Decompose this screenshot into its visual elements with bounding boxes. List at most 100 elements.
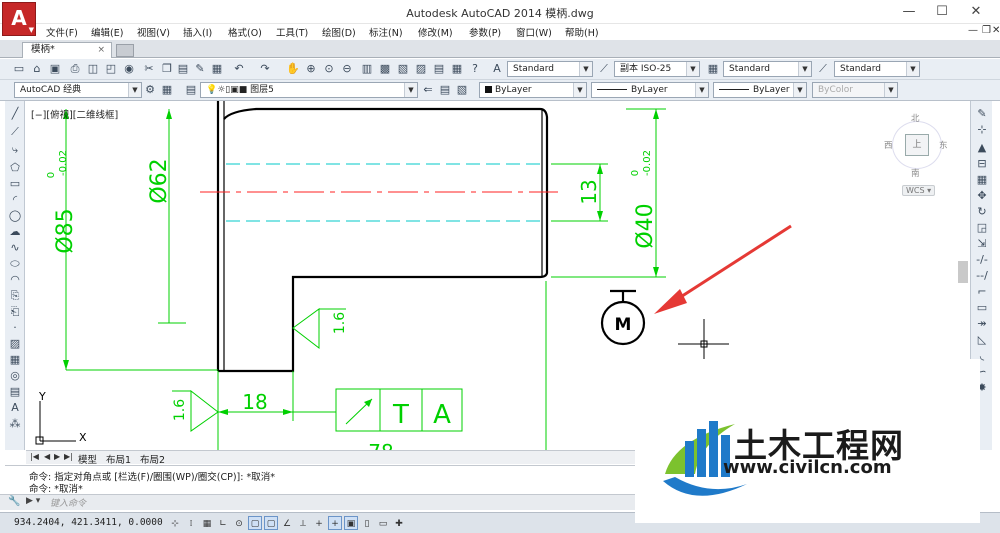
mirror-icon[interactable]: ▲	[975, 141, 989, 155]
arc-icon[interactable]: ◜	[8, 193, 22, 207]
ellipse-icon[interactable]: ⬭	[8, 257, 22, 271]
move-icon[interactable]: ✥	[975, 189, 989, 203]
make-current-icon[interactable]: ⇐	[421, 83, 435, 97]
mleader-style-select[interactable]: Standard ▼	[834, 61, 920, 77]
properties-icon[interactable]: ▥	[360, 62, 374, 76]
erase-icon[interactable]: ✎	[975, 107, 989, 121]
quickcalc-icon[interactable]: ▦	[450, 62, 464, 76]
publish-icon[interactable]: ◰	[104, 62, 118, 76]
menu-insert[interactable]: 插入(I)	[183, 25, 212, 39]
rotate-icon[interactable]: ↻	[975, 205, 989, 219]
revcloud-icon[interactable]: ☁	[8, 225, 22, 239]
spline-icon[interactable]: ∿	[8, 241, 22, 255]
tab-layout1[interactable]: 布局1	[106, 452, 131, 466]
object-snap-tracking-icon[interactable]: ∠	[280, 516, 294, 530]
layer-select[interactable]: 💡☼▯▣■ 图层5 ▼	[200, 82, 418, 98]
wcs-menu[interactable]: WCS ▾	[902, 185, 936, 196]
menu-help[interactable]: 帮助(H)	[565, 25, 599, 39]
minimize-button[interactable]: —	[893, 2, 925, 22]
markup-icon[interactable]: ▤	[432, 62, 446, 76]
copy-icon[interactable]: ❐	[160, 62, 174, 76]
3d-dwf-icon[interactable]: ◉	[122, 62, 136, 76]
undo-icon[interactable]: ↶	[232, 62, 246, 76]
text-style-select[interactable]: Standard ▼	[507, 61, 593, 77]
annotation-monitor-icon[interactable]: ✚	[392, 516, 406, 530]
ortho-mode-icon[interactable]: ∟	[216, 516, 230, 530]
insert-block-icon[interactable]: ⎘	[8, 289, 22, 303]
dynamic-input-icon[interactable]: +	[312, 516, 326, 530]
join-icon[interactable]: ↠	[975, 317, 989, 331]
infer-constraints-icon[interactable]: ⊹	[168, 516, 182, 530]
doc-restore-button[interactable]: ❐	[982, 25, 991, 36]
dynamic-ucs-icon[interactable]: ⟂	[296, 516, 310, 530]
workspace-settings-icon[interactable]: ⚙	[143, 83, 157, 97]
menu-parameters[interactable]: 参数(P)	[469, 25, 501, 39]
cut-icon[interactable]: ✂	[142, 62, 156, 76]
pan-icon[interactable]: ✋	[286, 62, 300, 76]
last-layout-icon[interactable]: ▶|	[64, 452, 73, 461]
menu-tools[interactable]: 工具(T)	[276, 25, 308, 39]
save-icon[interactable]: ▣	[48, 62, 62, 76]
menu-file[interactable]: 文件(F)	[46, 25, 78, 39]
tab-model[interactable]: 模型	[78, 452, 97, 466]
polyline-icon[interactable]: ⤷	[8, 143, 22, 157]
break-icon[interactable]: ▭	[975, 301, 989, 315]
sheet-set-icon[interactable]: ▨	[414, 62, 428, 76]
open-icon[interactable]: ⌂	[30, 62, 44, 76]
lineweight-select[interactable]: ByLayer ▼	[713, 82, 807, 98]
zoom-previous-icon[interactable]: ⊖	[340, 62, 354, 76]
tab-close-icon[interactable]: ×	[97, 43, 105, 57]
multiline-text-icon[interactable]: A	[8, 401, 22, 415]
point-icon[interactable]: ·	[8, 321, 22, 335]
extend-icon[interactable]: --/	[975, 269, 989, 283]
table-style-select[interactable]: Standard ▼	[723, 61, 812, 77]
ellipse-arc-icon[interactable]: ◠	[8, 273, 22, 287]
table-icon[interactable]: ▤	[8, 385, 22, 399]
snap-mode-icon[interactable]: ⁞	[184, 516, 198, 530]
recent-commands-button[interactable]: ▶ ▾	[26, 496, 40, 506]
compass-north[interactable]: 北	[911, 112, 920, 124]
close-window-button[interactable]: ✕	[960, 2, 992, 22]
maximize-button[interactable]: ☐	[926, 2, 958, 22]
viewcube-top-face[interactable]: 上	[905, 134, 929, 156]
make-block-icon[interactable]: ⎗	[8, 305, 22, 319]
plot-icon[interactable]: ⎙	[68, 62, 82, 76]
coordinate-readout[interactable]: 934.2404, 421.3411, 0.0000	[14, 517, 163, 528]
menu-draw[interactable]: 绘图(D)	[322, 25, 356, 39]
redo-icon[interactable]: ↷	[258, 62, 272, 76]
gradient-icon[interactable]: ▦	[8, 353, 22, 367]
menu-format[interactable]: 格式(O)	[228, 25, 262, 39]
menu-dimension[interactable]: 标注(N)	[369, 25, 403, 39]
offset-icon[interactable]: ⊟	[975, 157, 989, 171]
workspace-select[interactable]: AutoCAD 经典 ▼	[14, 82, 142, 98]
circle-icon[interactable]: ◯	[8, 209, 22, 223]
region-icon[interactable]: ◎	[8, 369, 22, 383]
block-editor-icon[interactable]: ▦	[210, 62, 224, 76]
chamfer-icon[interactable]: ◺	[975, 333, 989, 347]
doc-close-button[interactable]: ✕	[992, 25, 1000, 36]
compass-west[interactable]: 西	[884, 139, 893, 151]
compass-south[interactable]: 南	[911, 167, 920, 179]
layer-previous-icon[interactable]: ▤	[438, 83, 452, 97]
scale-icon[interactable]: ◲	[975, 221, 989, 235]
plot-preview-icon[interactable]: ◫	[86, 62, 100, 76]
color-select[interactable]: ByLayer ▼	[479, 82, 587, 98]
stretch-icon[interactable]: ⇲	[975, 237, 989, 251]
viewcube[interactable]: 北 南 东 西 上 WCS ▾	[882, 109, 962, 204]
tab-document[interactable]: 模柄* ×	[22, 42, 112, 58]
customize-icon[interactable]: ▦	[160, 83, 174, 97]
viewport-controls-label[interactable]: [−][俯视][二维线框]	[31, 107, 118, 121]
copy-object-icon[interactable]: ⊹	[975, 123, 989, 137]
menu-view[interactable]: 视图(V)	[137, 25, 170, 39]
menu-edit[interactable]: 编辑(E)	[91, 25, 123, 39]
3d-object-snap-icon[interactable]: ▢	[264, 516, 278, 530]
object-snap-icon[interactable]: ▢	[248, 516, 262, 530]
grid-display-icon[interactable]: ▦	[200, 516, 214, 530]
array-icon[interactable]: ▦	[975, 173, 989, 187]
first-layout-icon[interactable]: |◀	[30, 452, 39, 461]
tool-palettes-icon[interactable]: ▧	[396, 62, 410, 76]
layer-properties-icon[interactable]: ▤	[184, 83, 198, 97]
new-file-icon[interactable]: ▭	[12, 62, 26, 76]
new-tab-button[interactable]	[116, 44, 134, 57]
line-icon[interactable]: ╱	[8, 107, 22, 121]
